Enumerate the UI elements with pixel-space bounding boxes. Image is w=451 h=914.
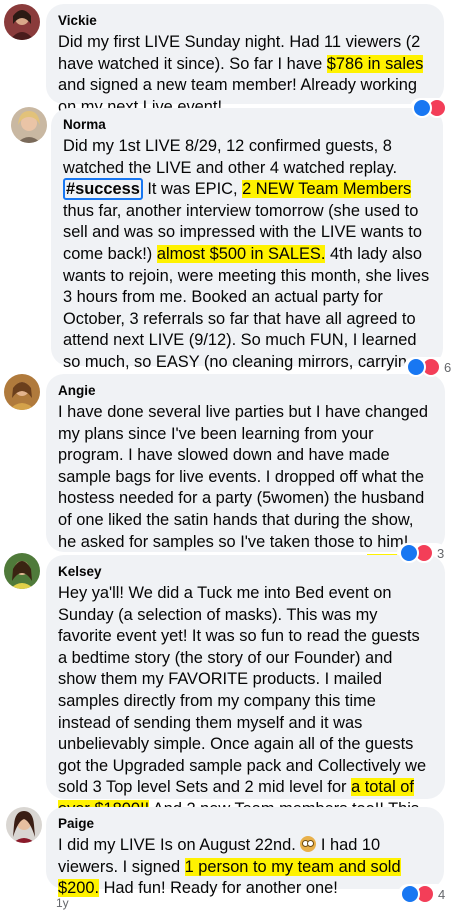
commenter-name[interactable]: Norma (63, 116, 431, 134)
text-segment: I have done several live parties but I h… (58, 403, 428, 572)
reactions[interactable] (410, 98, 449, 118)
text-segment: Hey ya'll! We did a Tuck me into Bed eve… (58, 584, 427, 797)
avatar-kelsey[interactable] (4, 553, 40, 589)
highlighted-text: $786 in sales (326, 54, 424, 73)
commenter-name[interactable]: Kelsey (58, 563, 433, 581)
text-segment: Had fun! Ready for another one! (99, 879, 338, 898)
hashtag-link[interactable]: #success (63, 178, 143, 201)
comment-bubble-norma: Norma Did my 1st LIVE 8/29, 12 confirmed… (51, 108, 443, 436)
avatar-angie[interactable] (4, 374, 40, 410)
text-segment: I did my LIVE Is on August 22nd. (58, 836, 301, 854)
commenter-name[interactable]: Paige (58, 815, 432, 833)
reactions[interactable]: 6 (404, 357, 451, 377)
owl-emoji-icon (300, 836, 317, 852)
comment-bubble-kelsey: Kelsey Hey ya'll! We did a Tuck me into … (46, 555, 445, 861)
reactions[interactable]: 4 (398, 884, 448, 904)
highlighted-text: 2 NEW Team Members (242, 180, 412, 199)
commenter-name[interactable]: Angie (58, 382, 433, 400)
highlighted-text: almost $500 in SALES. (156, 244, 326, 263)
commenter-name[interactable]: Vickie (58, 12, 432, 30)
reaction-count: 4 (438, 886, 446, 902)
comment-text: Did my first LIVE Sunday night. Had 11 v… (58, 32, 432, 118)
like-icon (399, 543, 419, 563)
text-segment: Did my 1st LIVE 8/29, 12 confirmed guest… (63, 137, 398, 177)
reaction-count: 6 (444, 359, 451, 375)
text-segment: It was EPIC, (142, 180, 243, 199)
avatar-norma[interactable] (11, 107, 47, 143)
comment-text: I did my LIVE Is on August 22nd. I had 1… (58, 835, 432, 900)
like-icon (400, 884, 420, 904)
comment-bubble-vickie: Vickie Did my first LIVE Sunday night. H… (46, 4, 444, 116)
comment-bubble-paige: Paige I did my LIVE Is on August 22nd. I… (46, 807, 444, 898)
avatar-vickie[interactable] (4, 4, 40, 40)
comment-bubble-angie: Angie I have done several live parties b… (46, 374, 445, 594)
like-icon (406, 357, 426, 377)
avatar-paige[interactable] (6, 807, 42, 843)
like-icon (412, 98, 432, 118)
comment-timestamp[interactable]: 1y (56, 896, 69, 910)
